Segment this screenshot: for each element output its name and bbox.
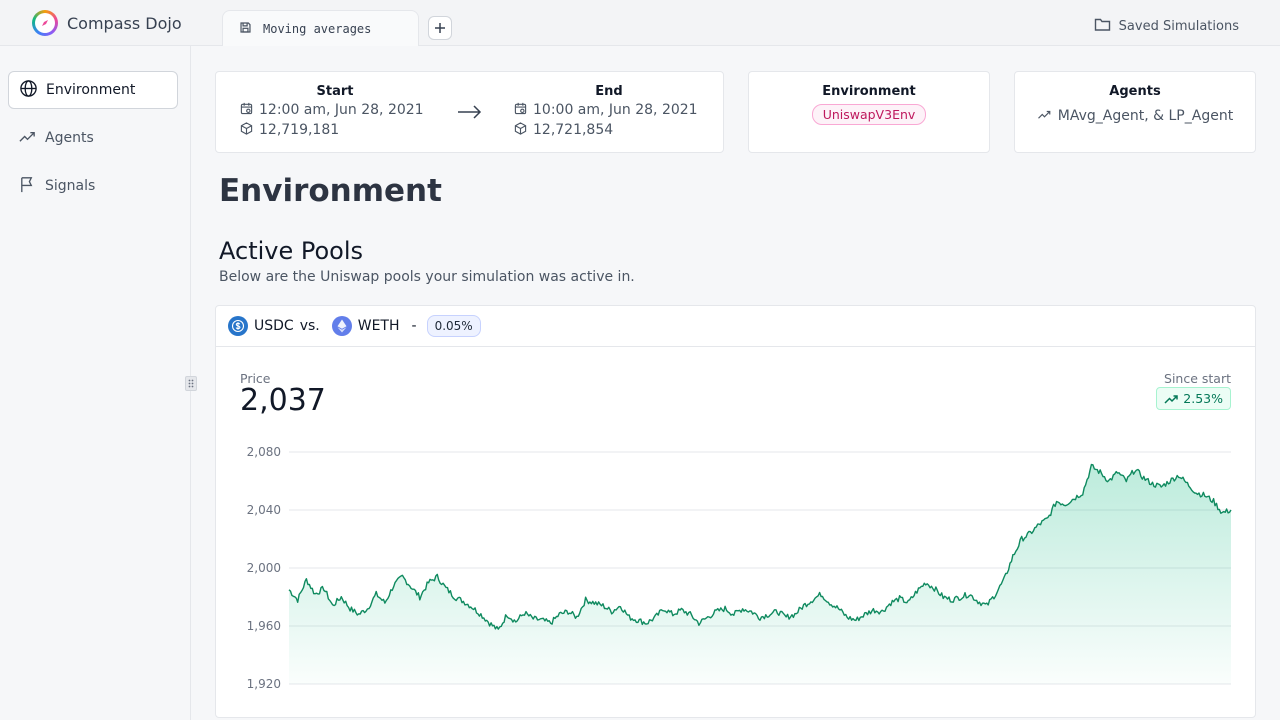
section-title: Active Pools <box>219 237 364 265</box>
agents-row: MAvg_Agent, & LP_Agent <box>1015 106 1255 126</box>
sidebar-item-environment[interactable]: Environment <box>8 71 178 109</box>
y-tick-label: 2,000 <box>247 561 281 575</box>
brand[interactable]: Compass Dojo <box>32 10 182 36</box>
saved-simulations-button[interactable]: Saved Simulations <box>1094 17 1239 36</box>
environment-card: Environment UniswapV3Env <box>748 71 990 153</box>
pool-panel: USDC vs. WETH - 0.05% Price 2,037 Since … <box>215 305 1256 718</box>
start-time-row: 12:00 am, Jun 28, 2021 <box>240 100 430 120</box>
end-time-row: 10:00 am, Jun 28, 2021 <box>514 100 704 120</box>
end-title: End <box>595 84 623 99</box>
tab-label: Moving averages <box>263 21 372 36</box>
y-tick-label: 2,040 <box>247 503 281 517</box>
price-area <box>289 464 1231 684</box>
globe-icon <box>19 79 38 102</box>
trend-icon <box>1037 107 1052 126</box>
page-title: Environment <box>219 173 442 209</box>
sidebar-item-label: Signals <box>45 178 96 194</box>
agents-card: Agents MAvg_Agent, & LP_Agent <box>1014 71 1256 153</box>
folder-icon <box>1094 17 1111 36</box>
end-block: End 10:00 am, Jun 28, 2021 12,721,854 <box>514 84 704 140</box>
price-chart: 2,080 2,040 2,000 1,960 1,920 <box>247 445 1232 691</box>
end-time: 10:00 am, Jun 28, 2021 <box>533 102 698 118</box>
save-icon <box>239 19 252 38</box>
cube-icon <box>514 121 527 139</box>
end-block-row: 12,721,854 <box>514 120 704 140</box>
flag-icon <box>18 175 37 198</box>
sidebar: Environment Agents Signals <box>0 46 191 720</box>
drag-dots-icon <box>188 379 194 388</box>
compass-logo-icon <box>32 10 58 36</box>
y-tick-label: 1,960 <box>247 619 281 633</box>
calendar-icon <box>514 102 527 119</box>
environment-title: Environment <box>822 84 916 99</box>
end-block-number: 12,721,854 <box>533 122 614 138</box>
start-block-number: 12,719,181 <box>259 122 340 138</box>
calendar-icon <box>240 102 253 119</box>
trend-icon <box>18 127 37 150</box>
top-bar: Compass Dojo Moving averages Saved Simul… <box>0 0 1280 46</box>
sidebar-item-signals[interactable]: Signals <box>8 167 178 205</box>
app-name: Compass Dojo <box>67 13 182 33</box>
add-tab-button[interactable] <box>428 16 452 40</box>
time-range-card: Start 12:00 am, Jun 28, 2021 12,719,181 … <box>215 71 724 153</box>
sidebar-item-label: Agents <box>45 130 94 146</box>
start-block: Start 12:00 am, Jun 28, 2021 12,719,181 <box>240 84 430 140</box>
cube-icon <box>240 121 253 139</box>
start-time: 12:00 am, Jun 28, 2021 <box>259 102 424 118</box>
arrow-right-icon <box>456 102 484 126</box>
y-tick-label: 2,080 <box>247 445 281 459</box>
agents-value: MAvg_Agent, & LP_Agent <box>1057 108 1234 124</box>
y-tick-label: 1,920 <box>247 677 281 691</box>
tab-moving-averages[interactable]: Moving averages <box>222 10 419 46</box>
agents-title: Agents <box>1109 84 1161 99</box>
start-title: Start <box>316 84 354 99</box>
plus-icon <box>435 23 445 33</box>
sidebar-item-label: Environment <box>46 82 136 98</box>
sidebar-resize-handle[interactable] <box>185 376 197 391</box>
saved-simulations-label: Saved Simulations <box>1118 19 1239 34</box>
section-subtitle: Below are the Uniswap pools your simulat… <box>219 269 635 285</box>
environment-badge: UniswapV3Env <box>811 104 927 125</box>
start-block-row: 12,719,181 <box>240 120 430 140</box>
sidebar-item-agents[interactable]: Agents <box>8 119 178 157</box>
